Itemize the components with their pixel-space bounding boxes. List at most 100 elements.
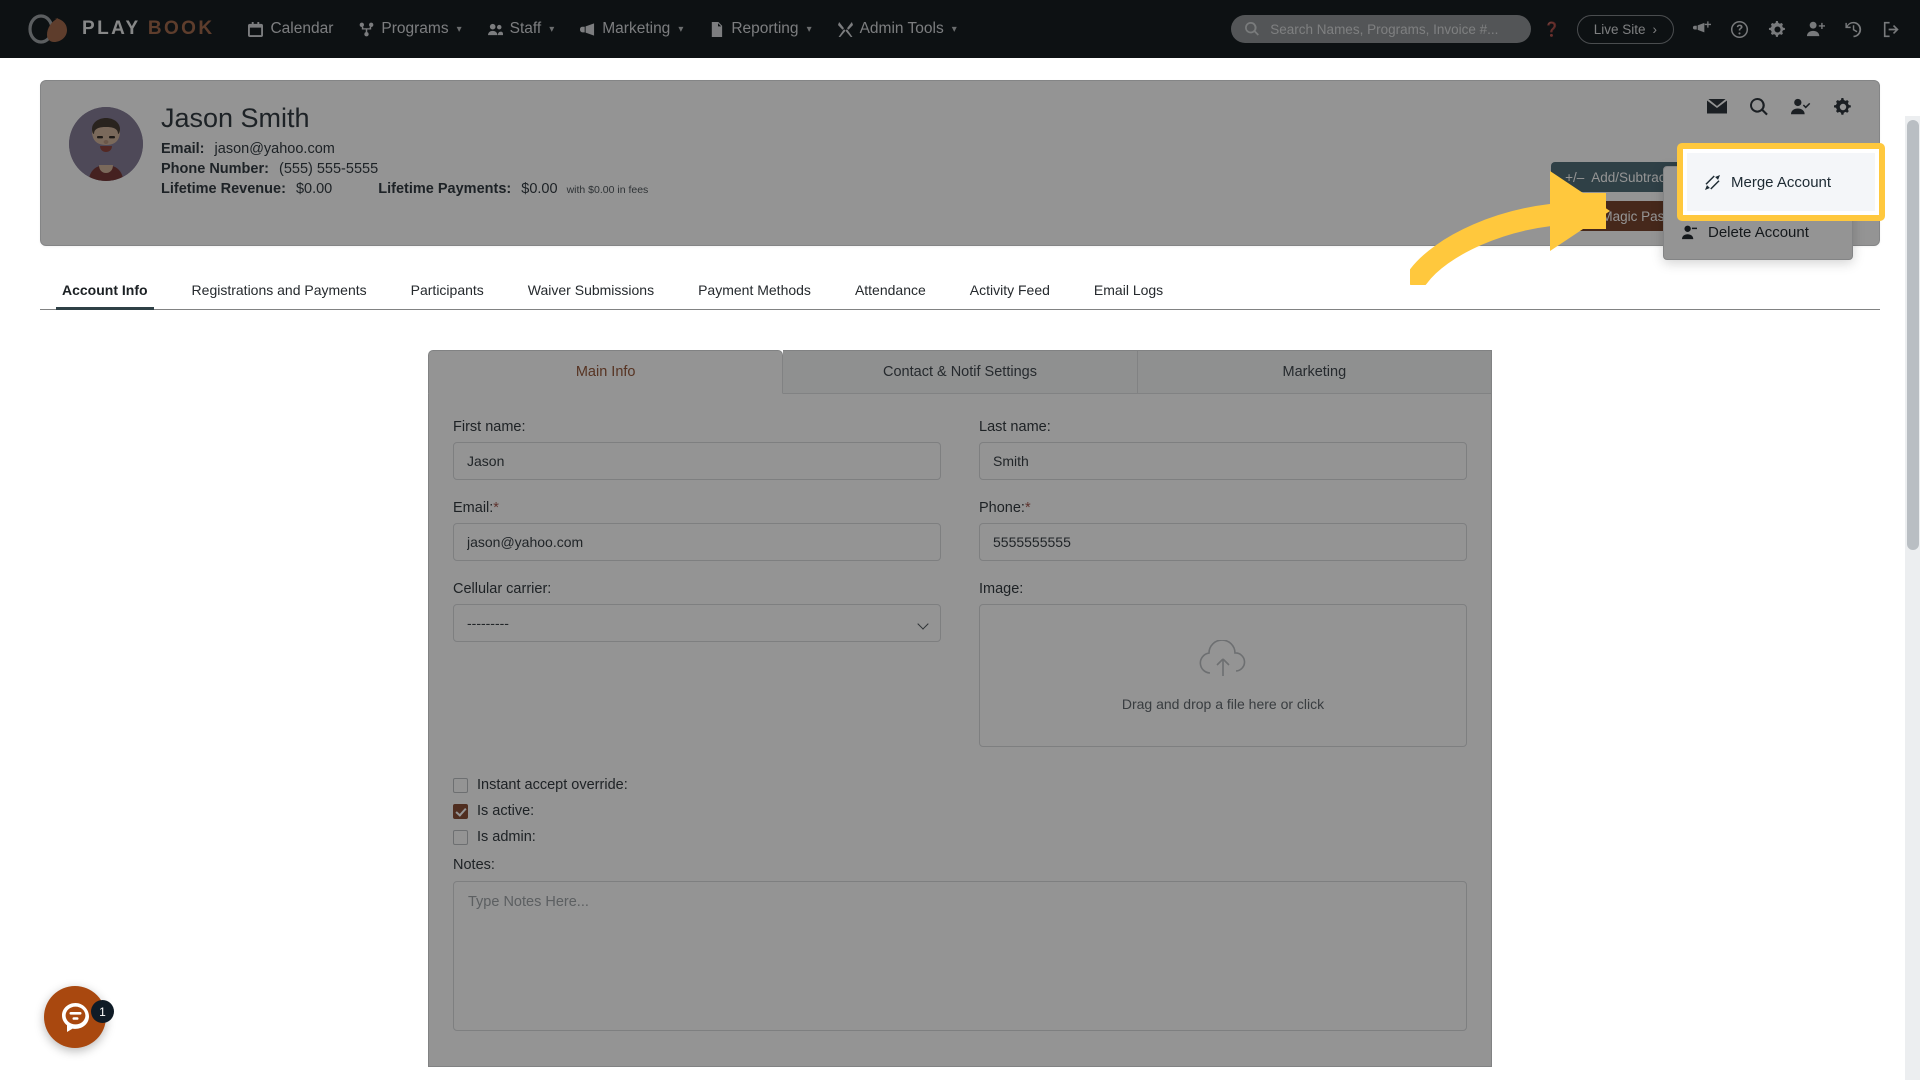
instant-accept-override-checkbox[interactable]	[453, 777, 468, 793]
field-first-name: First name:	[453, 419, 941, 480]
cellular-carrier-select-wrap: ---------	[453, 604, 941, 642]
chat-unread-badge: 1	[91, 1000, 114, 1023]
nav-label: Programs	[381, 20, 449, 37]
nav-label: Marketing	[602, 20, 671, 37]
merge-account-label: Merge Account	[1731, 173, 1832, 191]
tab-contact-notif-settings[interactable]: Contact & Notif Settings	[783, 350, 1138, 394]
tab-label: Account Info	[62, 282, 148, 298]
profile-card: Jason Smith Email: jason@yahoo.com Phone…	[40, 80, 1880, 260]
calendar-icon	[248, 21, 264, 37]
required-asterisk: *	[1024, 500, 1031, 516]
phone-value: (555) 555-5555	[278, 161, 379, 177]
nav-item-programs[interactable]: Programs ▾	[359, 20, 462, 38]
chevron-down-icon: ▾	[456, 23, 462, 35]
form-checkboxes: Instant accept override: Is active: Is a…	[453, 777, 1467, 845]
chat-widget[interactable]: 1	[44, 986, 114, 1048]
chevron-down-icon: ▾	[951, 23, 957, 35]
avatar	[69, 107, 143, 181]
inner-tabs: Main Info Contact & Notif Settings Marke…	[428, 350, 1492, 394]
tab-waiver-submissions[interactable]: Waiver Submissions	[506, 272, 676, 309]
email-input[interactable]	[453, 523, 941, 561]
merge-account-menu-item[interactable]: Merge Account	[1687, 153, 1875, 211]
nav-label: Admin Tools	[859, 20, 944, 37]
search-input[interactable]	[1268, 20, 1518, 38]
field-email: Email:*	[453, 500, 941, 561]
chevron-down-icon: ▾	[806, 23, 812, 35]
profile-phone-line: Phone Number: (555) 555-5555	[161, 161, 648, 177]
email-value: jason@yahoo.com	[214, 141, 335, 157]
navbar-right: ❓ Live Site ›	[1231, 14, 1902, 44]
logout-icon[interactable]	[1880, 18, 1902, 40]
checkbox-row-is-active[interactable]: Is active:	[453, 803, 1467, 819]
is-admin-checkbox[interactable]	[453, 829, 468, 845]
tab-email-logs[interactable]: Email Logs	[1072, 272, 1185, 309]
merge-arrows-icon	[1705, 174, 1720, 190]
nav-label: Reporting	[731, 20, 799, 37]
tab-label: Attendance	[854, 282, 926, 298]
page-content: Jason Smith Email: jason@yahoo.com Phone…	[0, 58, 1920, 1067]
envelope-icon[interactable]	[1707, 97, 1727, 117]
top-navbar: PLAY BOOK Calendar Programs ▾ Staff ▾ Ma…	[0, 0, 1920, 58]
is-active-label: Is active:	[477, 803, 535, 819]
user-plus-icon[interactable]	[1804, 18, 1826, 40]
chevron-down-icon: ▾	[678, 23, 684, 35]
phone-input[interactable]	[979, 523, 1467, 561]
phone-label-text: Phone:	[979, 500, 1025, 516]
question-circle-icon[interactable]: ❓	[1543, 21, 1560, 38]
nav-item-marketing[interactable]: Marketing ▾	[580, 20, 683, 38]
brand-text: PLAY BOOK	[82, 18, 215, 39]
merge-account-popup[interactable]: Merge Account	[1687, 153, 1875, 211]
profile-card-icons	[1707, 97, 1853, 117]
nav-item-reporting[interactable]: Reporting ▾	[709, 20, 812, 38]
tab-attendance[interactable]: Attendance	[833, 272, 948, 309]
cellular-carrier-select[interactable]: ---------	[453, 604, 941, 642]
field-last-name: Last name:	[979, 419, 1467, 480]
tab-label: Payment Methods	[698, 282, 811, 298]
checkbox-row-instant-accept-override[interactable]: Instant accept override:	[453, 777, 1467, 793]
tab-payment-methods[interactable]: Payment Methods	[676, 272, 833, 309]
gear-icon[interactable]	[1833, 97, 1853, 117]
first-name-label: First name:	[453, 419, 526, 435]
nav-label: Staff	[509, 20, 542, 37]
tab-label: Participants	[410, 282, 484, 298]
email-label-text: Email:	[453, 500, 494, 516]
tab-participants[interactable]: Participants	[389, 272, 506, 309]
gear-icon[interactable]	[1766, 18, 1788, 40]
live-site-button[interactable]: Live Site ›	[1576, 14, 1674, 44]
help-circle-icon[interactable]	[1728, 18, 1750, 40]
tab-account-info[interactable]: Account Info	[40, 272, 170, 310]
nav-item-admin-tools[interactable]: Admin Tools ▾	[837, 20, 957, 38]
vertical-scrollbar-thumb[interactable]	[1907, 120, 1919, 550]
user-check-icon[interactable]	[1791, 97, 1811, 117]
menu-item-delete-account[interactable]: Delete Account	[1664, 213, 1852, 252]
brand-logo-group[interactable]: PLAY BOOK	[28, 14, 214, 44]
user-minus-icon	[1682, 225, 1697, 240]
search-icon[interactable]	[1749, 97, 1769, 117]
megaphone-plus-icon[interactable]	[1690, 18, 1712, 40]
tab-registrations-and-payments[interactable]: Registrations and Payments	[170, 272, 389, 309]
tab-label: Marketing	[1282, 364, 1347, 380]
last-name-input[interactable]	[979, 442, 1467, 480]
playbook-logo-icon	[28, 14, 72, 44]
is-active-checkbox[interactable]	[453, 803, 468, 819]
tab-label: Waiver Submissions	[527, 282, 655, 298]
lifetime-revenue-label: Lifetime Revenue:	[161, 181, 286, 197]
profile-email-line: Email: jason@yahoo.com	[161, 141, 648, 157]
nav-item-calendar[interactable]: Calendar	[248, 20, 333, 38]
history-icon[interactable]	[1842, 18, 1864, 40]
nav-item-staff[interactable]: Staff ▾	[487, 20, 554, 38]
menu-item-label: Delete Account	[1708, 224, 1809, 241]
tab-marketing[interactable]: Marketing	[1137, 350, 1492, 394]
first-name-input[interactable]	[453, 442, 941, 480]
tab-main-info[interactable]: Main Info	[428, 350, 784, 394]
lifetime-payments-label: Lifetime Payments:	[378, 181, 512, 197]
image-dropzone[interactable]: Drag and drop a file here or click	[979, 604, 1467, 747]
tab-activity-feed[interactable]: Activity Feed	[948, 272, 1072, 309]
account-tabs: Account Info Registrations and Payments …	[40, 272, 1880, 310]
email-label: Email:	[161, 141, 205, 157]
account-info-panel: Main Info Contact & Notif Settings Marke…	[428, 350, 1492, 1067]
global-search[interactable]	[1231, 15, 1532, 43]
notes-textarea[interactable]	[453, 881, 1467, 1031]
checkbox-row-is-admin[interactable]: Is admin:	[453, 829, 1467, 845]
field-phone: Phone:*	[979, 500, 1467, 561]
